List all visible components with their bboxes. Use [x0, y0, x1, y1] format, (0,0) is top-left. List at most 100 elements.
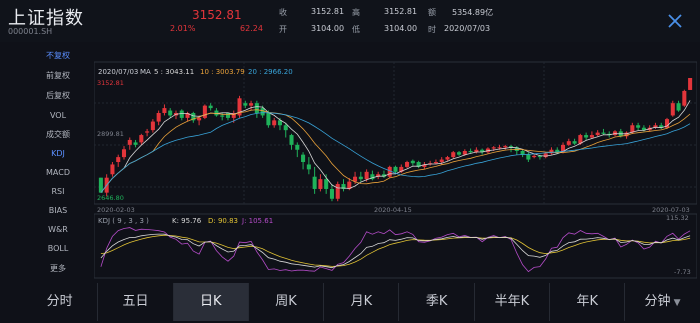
tab-label: 日K	[199, 294, 222, 309]
tab-intraday[interactable]: 分时	[22, 283, 97, 321]
tab-label: 半年K	[494, 294, 530, 309]
tab-halfyear-k[interactable]: 半年K	[473, 283, 549, 321]
low-label: 低	[352, 25, 360, 34]
ma-label: MA	[140, 68, 151, 76]
ma10-legend: 10 : 3003.79	[200, 68, 245, 76]
candle-body	[208, 105, 213, 109]
chevron-down-icon: ▼	[673, 298, 681, 308]
main-frame	[93, 61, 698, 205]
kdj-max-label: 115.32	[666, 214, 689, 222]
tab-label: 年K	[576, 294, 598, 309]
candle-body	[468, 150, 473, 153]
menu-item-turnover[interactable]: 成交额	[22, 125, 94, 144]
tab-yearly-k[interactable]: 年K	[549, 283, 624, 321]
tab-five-day[interactable]: 五日	[97, 283, 172, 321]
open-value: 3104.00	[311, 24, 345, 33]
change-percent: 2.01%	[170, 24, 196, 33]
candle-body	[312, 176, 317, 189]
candle-body	[566, 141, 571, 145]
open-label: 开	[279, 25, 287, 34]
y-mid-label: 2899.81	[97, 130, 124, 138]
tab-daily-k[interactable]: 日K	[172, 283, 248, 321]
index-code: 000001.SH	[8, 27, 53, 36]
tab-quarterly-k[interactable]: 季K	[398, 283, 473, 321]
candle-body	[202, 105, 207, 118]
close-value: 3152.81	[311, 7, 345, 16]
time-value: 2020/07/03	[444, 24, 491, 33]
candle-body	[688, 78, 693, 90]
x-label-end: 2020-07-03	[652, 206, 690, 214]
candle-body	[150, 121, 155, 131]
ma20-line	[100, 112, 691, 193]
tab-label: 分时	[46, 294, 73, 309]
menu-item-no-adjust[interactable]: 不复权	[22, 46, 94, 65]
candle-body	[462, 150, 467, 155]
candle-body	[393, 166, 398, 172]
kline-svg[interactable]	[93, 44, 698, 280]
amount-label: 额	[428, 8, 436, 17]
menu-item-kdj[interactable]: KDJ	[22, 144, 94, 163]
tab-label: 季K	[425, 294, 448, 309]
menu-item-forward-adjust[interactable]: 前复权	[22, 66, 94, 85]
menu-item-rsi[interactable]: RSI	[22, 182, 94, 201]
kdj-params: KDJ ( 9 , 3 , 3 )	[98, 217, 149, 225]
kdj-k-legend: K: 95.76	[172, 217, 202, 225]
change-value: 62.24	[240, 24, 263, 33]
amount-value: 5354.89亿	[452, 8, 494, 17]
candle-body	[243, 103, 248, 106]
candle-body	[601, 132, 606, 134]
candle-body	[491, 147, 496, 149]
kline-chart[interactable]: 2020/07/03 MA 5 : 3043.11 10 : 3003.79 2…	[93, 44, 698, 280]
quote-header: 上证指数 000001.SH 3152.81 2.01% 62.24 收 315…	[0, 0, 700, 42]
candle-body	[121, 149, 127, 158]
candle-body	[324, 179, 329, 189]
candle-body	[636, 125, 641, 128]
tab-weekly-k[interactable]: 周K	[247, 283, 323, 321]
menu-item-boll[interactable]: BOLL	[22, 239, 94, 258]
menu-item-bias[interactable]: BIAS	[22, 201, 94, 220]
menu-item-wr[interactable]: W&R	[22, 220, 94, 239]
tab-monthly-k[interactable]: 月K	[323, 283, 398, 321]
tab-label: 周K	[275, 294, 297, 309]
close-icon[interactable]	[666, 12, 684, 30]
y-low-label: 2646.80	[97, 194, 124, 202]
menu-item-more[interactable]: 更多	[22, 259, 94, 278]
candle-body	[260, 108, 265, 116]
candle-body	[289, 135, 294, 145]
candle-body	[266, 112, 271, 126]
candle-body	[318, 179, 323, 189]
candle-body	[364, 171, 369, 180]
kdj-d-line	[100, 234, 691, 267]
menu-item-macd[interactable]: MACD	[22, 163, 94, 182]
candle-body	[127, 139, 132, 145]
candle-body	[197, 117, 202, 121]
kdj-min-label: -7.73	[674, 268, 691, 276]
kdj-j-line	[100, 227, 691, 273]
kdj-d-legend: D: 90.83	[208, 217, 239, 225]
menu-item-backward-adjust[interactable]: 后复权	[22, 86, 94, 105]
candle-body	[335, 184, 340, 199]
candle-body	[584, 135, 589, 138]
close-label: 收	[279, 8, 287, 17]
candle-body	[526, 154, 531, 160]
kdj-j-legend: J: 105.61	[242, 217, 274, 225]
indicator-menu: 不复权 前复权 后复权 VOL 成交额 KDJ MACD RSI BIAS W&…	[22, 44, 94, 280]
candle-body	[445, 157, 450, 160]
candle-body	[133, 142, 138, 145]
tab-minute[interactable]: 分钟 ▼	[624, 283, 699, 321]
candle-body	[572, 141, 577, 144]
x-label-mid: 2020-04-15	[374, 206, 412, 214]
candle-body	[116, 157, 121, 163]
candle-body	[272, 120, 277, 126]
candle-body	[225, 112, 230, 118]
candle-body	[329, 188, 334, 199]
candle-body	[145, 131, 150, 133]
tab-label: 分钟	[644, 294, 671, 309]
candle-body	[433, 162, 438, 164]
ma5-legend: 5 : 3043.11	[154, 68, 195, 76]
last-price: 3152.81	[192, 8, 242, 22]
menu-item-vol[interactable]: VOL	[22, 106, 94, 125]
candle-body	[220, 115, 225, 117]
y-high-label: 3152.81	[97, 79, 124, 87]
high-label: 高	[352, 8, 360, 17]
